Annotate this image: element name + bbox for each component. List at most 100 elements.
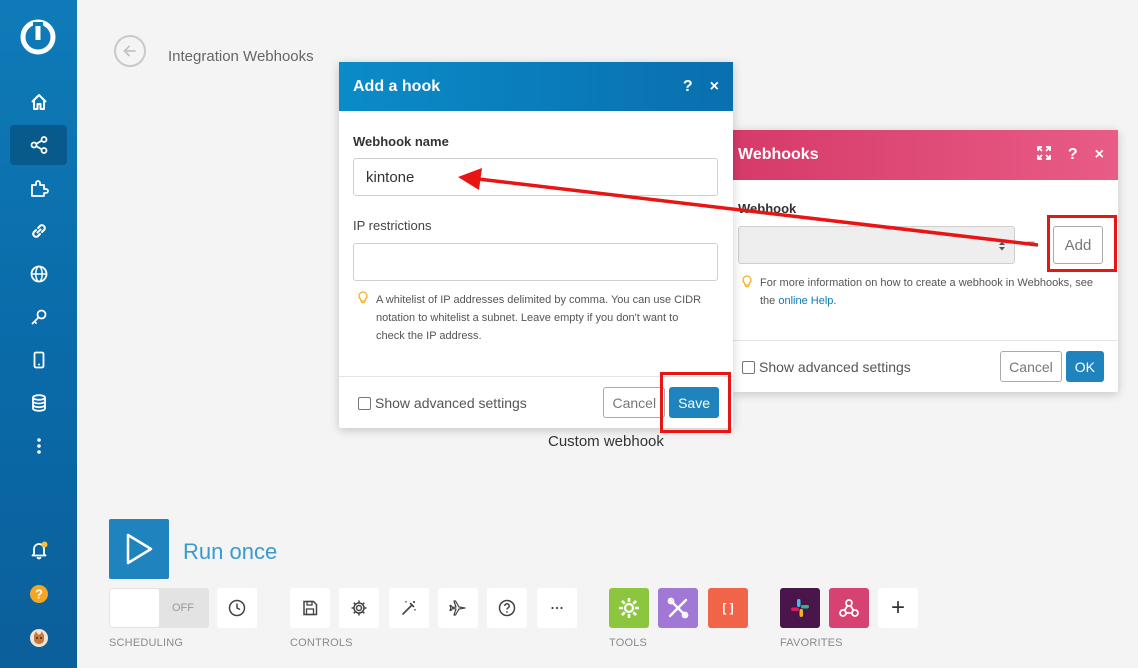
controls-label: CONTROLS	[290, 637, 353, 649]
clock-icon	[228, 599, 246, 617]
ip-restrictions-label: IP restrictions	[353, 218, 432, 233]
svg-text:?: ?	[35, 587, 43, 602]
sidebar: ?	[0, 0, 77, 668]
run-once-button[interactable]	[109, 519, 169, 579]
globe-icon	[30, 265, 47, 283]
ip-restrictions-input[interactable]	[353, 243, 718, 281]
sidebar-item-connections[interactable]	[10, 211, 67, 251]
add-hook-advanced-toggle[interactable]: Show advanced settings	[358, 395, 603, 411]
play-icon	[126, 533, 153, 565]
add-hook-help-button[interactable]: ?	[683, 78, 693, 96]
webhook-name-label: Webhook name	[353, 134, 449, 149]
scheduling-toggle[interactable]: OFF	[109, 588, 209, 628]
link-icon	[31, 224, 46, 238]
webhooks-help-button[interactable]: ?	[1068, 146, 1078, 164]
tool-tools[interactable]	[658, 588, 698, 628]
annotation-box-save	[660, 372, 731, 433]
key-icon	[31, 309, 46, 325]
puzzle-icon	[30, 180, 49, 197]
mobile-icon	[33, 351, 44, 369]
page-title: Integration Webhooks	[168, 48, 314, 65]
favorite-slack[interactable]	[780, 588, 820, 628]
home-icon	[30, 94, 47, 110]
gear-icon	[619, 598, 639, 618]
auto-align-button[interactable]	[389, 588, 429, 628]
webhook-icon	[839, 599, 859, 617]
webhooks-hint: For more information on how to create a …	[760, 274, 1110, 310]
expand-icon[interactable]	[1036, 145, 1051, 165]
tools-icon	[667, 597, 689, 619]
question-circle-icon	[498, 599, 516, 617]
gear-icon	[351, 600, 367, 616]
webhook-name-value: kintone	[366, 168, 415, 186]
lightbulb-icon	[742, 275, 752, 288]
module-label[interactable]: Custom webhook	[548, 433, 664, 450]
back-button[interactable]	[114, 35, 146, 67]
arrow-left-icon	[123, 45, 136, 57]
webhook-name-input[interactable]: kintone	[353, 158, 718, 196]
sidebar-item-keys[interactable]	[10, 297, 67, 337]
tool-text-parser[interactable]: [ ]	[708, 588, 748, 628]
webhooks-hint-suffix: .	[833, 295, 837, 307]
magic-wand-icon	[402, 601, 416, 615]
add-hook-close-button[interactable]: ×	[710, 78, 719, 96]
favorite-webhooks[interactable]	[829, 588, 869, 628]
favorites-label: FAVORITES	[780, 637, 843, 649]
chevron-down-icon[interactable]	[1026, 240, 1036, 248]
add-hook-dialog-header: Add a hook ? ×	[339, 62, 733, 111]
webhook-select[interactable]	[738, 226, 1015, 264]
lightbulb-icon	[358, 291, 368, 304]
sidebar-item-datastores[interactable]	[10, 383, 67, 423]
slack-icon	[791, 599, 809, 617]
ip-hint: A whitelist of IP addresses delimited by…	[376, 294, 702, 342]
explain-flow-button[interactable]	[438, 588, 478, 628]
checkbox-icon	[742, 360, 755, 374]
database-icon	[31, 394, 46, 412]
schedule-clock-button[interactable]	[217, 588, 257, 628]
run-once-label[interactable]: Run once	[183, 539, 277, 565]
settings-button[interactable]	[339, 588, 379, 628]
sidebar-item-more[interactable]	[10, 426, 67, 466]
tool-flow-control[interactable]	[609, 588, 649, 628]
sidebar-item-help[interactable]: ?	[10, 574, 67, 614]
sidebar-item-scenarios[interactable]	[10, 125, 67, 165]
add-hook-cancel-button[interactable]: Cancel	[603, 387, 666, 418]
webhooks-advanced-label: Show advanced settings	[759, 358, 911, 375]
webhook-label: Webhook	[738, 201, 797, 216]
tools-label: TOOLS	[609, 637, 648, 649]
webhooks-cancel-button[interactable]: Cancel	[1000, 351, 1062, 382]
save-icon	[303, 600, 318, 616]
scheduling-label: SCHEDULING	[109, 637, 184, 649]
sidebar-item-devices[interactable]	[10, 340, 67, 380]
help-icon: ?	[29, 585, 48, 603]
webhooks-dialog-header: Webhooks ? ×	[733, 130, 1118, 180]
help-button[interactable]	[487, 588, 527, 628]
save-scenario-button[interactable]	[290, 588, 330, 628]
online-help-link[interactable]: online Help	[778, 295, 833, 307]
brackets-icon: [ ]	[722, 601, 734, 615]
add-hook-dialog-title: Add a hook	[353, 77, 441, 95]
airplane-icon	[449, 600, 466, 616]
share-icon	[30, 136, 47, 154]
app-logo-icon[interactable]	[19, 18, 57, 56]
more-icon	[36, 438, 41, 454]
webhooks-close-button[interactable]: ×	[1095, 146, 1104, 164]
webhooks-dialog-title: Webhooks	[738, 146, 819, 163]
toggle-knob	[110, 589, 159, 627]
add-hook-advanced-label: Show advanced settings	[375, 394, 527, 411]
more-controls-button[interactable]	[537, 588, 577, 628]
add-favorite-button[interactable]: +	[878, 588, 918, 628]
sidebar-item-notifications[interactable]	[10, 530, 67, 570]
sidebar-item-templates[interactable]	[10, 168, 67, 208]
toggle-state: OFF	[172, 602, 194, 614]
webhooks-dialog-footer: Show advanced settings Cancel OK	[733, 340, 1118, 392]
webhooks-ok-button[interactable]: OK	[1065, 351, 1104, 382]
sidebar-item-home[interactable]	[10, 82, 67, 122]
webhooks-advanced-toggle[interactable]: Show advanced settings	[742, 359, 1000, 375]
checkbox-icon	[358, 396, 371, 410]
bell-icon	[31, 541, 47, 560]
annotation-box-add	[1047, 215, 1117, 272]
sidebar-item-webhooks[interactable]	[10, 254, 67, 294]
sidebar-item-profile[interactable]	[10, 618, 67, 658]
avatar	[29, 629, 48, 647]
